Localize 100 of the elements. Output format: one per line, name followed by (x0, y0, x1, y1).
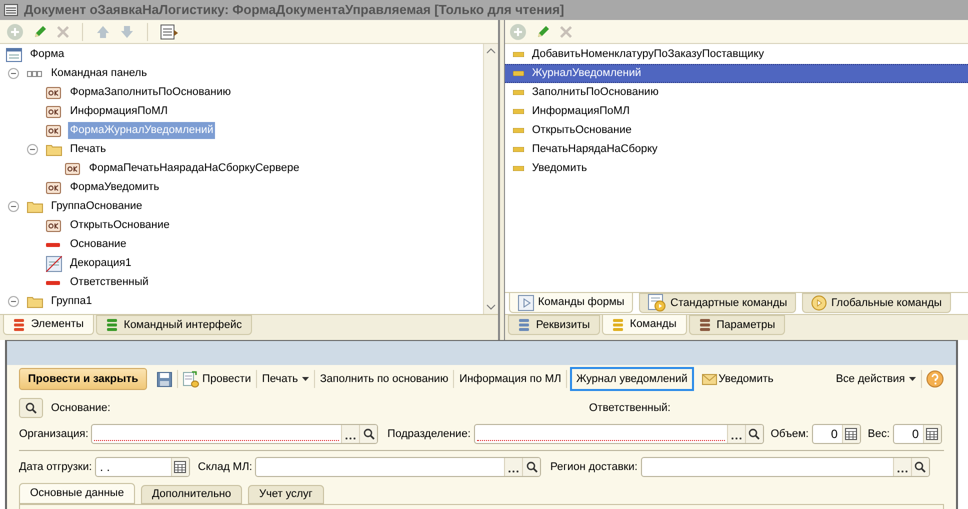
collapse-icon[interactable] (8, 201, 19, 212)
command-item[interactable]: ПечатьНарядаНаСборку (505, 140, 968, 159)
command-type-tab[interactable]: Команды формы (509, 293, 634, 313)
tree-item[interactable]: Печать (68, 141, 108, 158)
search-button[interactable] (19, 398, 43, 418)
tree-item[interactable]: ФормаПечатьНаярадаНаСборкуСервере (87, 160, 302, 177)
button-element-icon (65, 162, 80, 174)
post-button[interactable]: Провести (178, 370, 256, 388)
command-item[interactable]: ИнформацияПоМЛ (505, 102, 968, 121)
pencil-icon[interactable] (535, 24, 551, 40)
calculator-icon[interactable] (926, 428, 938, 440)
field-label: Регион доставки: (550, 460, 638, 473)
post-and-close-button[interactable]: Провести и закрыть (19, 368, 148, 390)
play-icon (518, 294, 534, 310)
command-icon (513, 147, 524, 152)
scrollbar[interactable] (483, 44, 498, 314)
command-type-tab[interactable]: Глобальные команды (802, 293, 951, 313)
form-tab[interactable]: Учет услуг (248, 485, 324, 504)
input-field[interactable] (91, 424, 378, 444)
tree-item[interactable]: ИнформацияПоМЛ (68, 103, 170, 120)
form-icon (6, 48, 22, 62)
field-label: Объем: (770, 428, 809, 440)
field-label: Ответственный: (589, 400, 671, 416)
ellipsis-icon[interactable] (896, 470, 908, 473)
collapse-icon[interactable] (8, 296, 19, 307)
search-icon[interactable] (748, 428, 760, 440)
ellipsis-icon[interactable] (508, 470, 520, 473)
tree-item[interactable]: ФормаЗаполнитьПоОснованию (68, 84, 233, 101)
input-field[interactable]: 0 (892, 424, 942, 444)
collapse-icon[interactable] (8, 68, 19, 79)
search-icon[interactable] (914, 461, 926, 473)
command-icon (513, 52, 524, 57)
input-field[interactable] (640, 457, 930, 477)
tree-item[interactable]: Ответственный (68, 274, 151, 291)
save-icon[interactable] (157, 372, 172, 386)
search-icon[interactable] (526, 461, 538, 473)
tree-item[interactable]: ФормаУведомить (68, 179, 162, 196)
tree-item[interactable]: ОткрытьОснование (68, 217, 172, 234)
command-item[interactable]: Уведомить (505, 159, 968, 178)
menu-button[interactable]: Печать (256, 370, 314, 388)
panel-tab[interactable]: Реквизиты (508, 315, 600, 335)
toolbar-button[interactable]: Заполнить по основанию (315, 370, 454, 388)
notify-button[interactable]: Уведомить (696, 370, 779, 388)
tree-item[interactable]: Командная панель (49, 65, 149, 82)
tree-item[interactable]: Форма (28, 46, 66, 63)
command-item[interactable]: ЖурналУведомлений (505, 64, 968, 83)
command-icon (513, 90, 524, 95)
ellipsis-icon[interactable] (730, 437, 742, 440)
form-icon (4, 4, 18, 16)
toolbar-button[interactable]: Информация по МЛ (454, 370, 566, 388)
input-field[interactable]: . . (94, 457, 190, 477)
command-icon (513, 166, 524, 171)
field-value: 0 (912, 427, 919, 441)
field-label: Дата отгрузки: (19, 460, 92, 475)
input-field[interactable] (255, 457, 542, 477)
field-icon (46, 280, 60, 286)
button-element-icon (46, 106, 61, 118)
panel-tab[interactable]: Командный интерфейс (96, 315, 252, 335)
pencil-icon[interactable] (32, 24, 48, 40)
calendar-icon[interactable] (174, 461, 186, 473)
input-field[interactable]: 0 (812, 424, 861, 444)
field-label: Основание: (51, 402, 110, 414)
command-type-tab[interactable]: Стандартные команды (639, 293, 796, 313)
field-label: Организация: (19, 426, 88, 442)
field-label: Подразделение: (387, 428, 471, 440)
menu-button[interactable]: Все действия (830, 370, 921, 388)
properties-icon[interactable] (160, 24, 178, 40)
form-tab[interactable]: Основные данные (19, 483, 135, 504)
caret-icon (909, 377, 916, 381)
ellipsis-icon[interactable] (345, 437, 356, 440)
tree-item[interactable]: Декорация1 (68, 255, 134, 272)
panel-tab[interactable]: Элементы (3, 315, 94, 335)
button-element-icon (46, 220, 61, 232)
command-item[interactable]: ЗаполнитьПоОснованию (505, 83, 968, 102)
command-icon (513, 128, 524, 133)
form-tab[interactable]: Дополнительно (140, 485, 242, 504)
field-label: Склад МЛ: (198, 460, 252, 473)
window-title: Документ оЗаявкаНаЛогистику: ФормаДокументаУправляемая [Только для чтения] (24, 1, 564, 20)
command-item[interactable]: ДобавитьНоменклатуруПоЗаказуПоставщику (505, 45, 968, 64)
button-element-icon (46, 86, 61, 98)
help-icon[interactable] (926, 370, 944, 388)
search-icon[interactable] (362, 428, 375, 440)
field-value: . . (100, 459, 110, 476)
document-icon (183, 370, 200, 388)
panel-tab[interactable]: Команды (602, 315, 687, 335)
folder-icon (46, 143, 62, 156)
envelope-icon (702, 374, 717, 384)
notifications-log-button[interactable]: Журнал уведомлений (570, 367, 694, 391)
input-field[interactable] (474, 424, 764, 444)
field-value: 0 (831, 427, 838, 441)
panel-tab[interactable]: Параметры (688, 315, 786, 335)
tree-item[interactable]: Группа1 (49, 293, 94, 310)
calculator-icon[interactable] (845, 428, 858, 440)
command-icon (513, 109, 524, 114)
collapse-icon[interactable] (27, 144, 38, 155)
tree-item[interactable]: Основание (68, 236, 128, 253)
tree-item[interactable]: ГруппаОснование (49, 198, 144, 215)
caret-icon (302, 377, 310, 381)
command-item[interactable]: ОткрытьОснование (505, 121, 968, 140)
search-icon[interactable] (25, 402, 37, 414)
